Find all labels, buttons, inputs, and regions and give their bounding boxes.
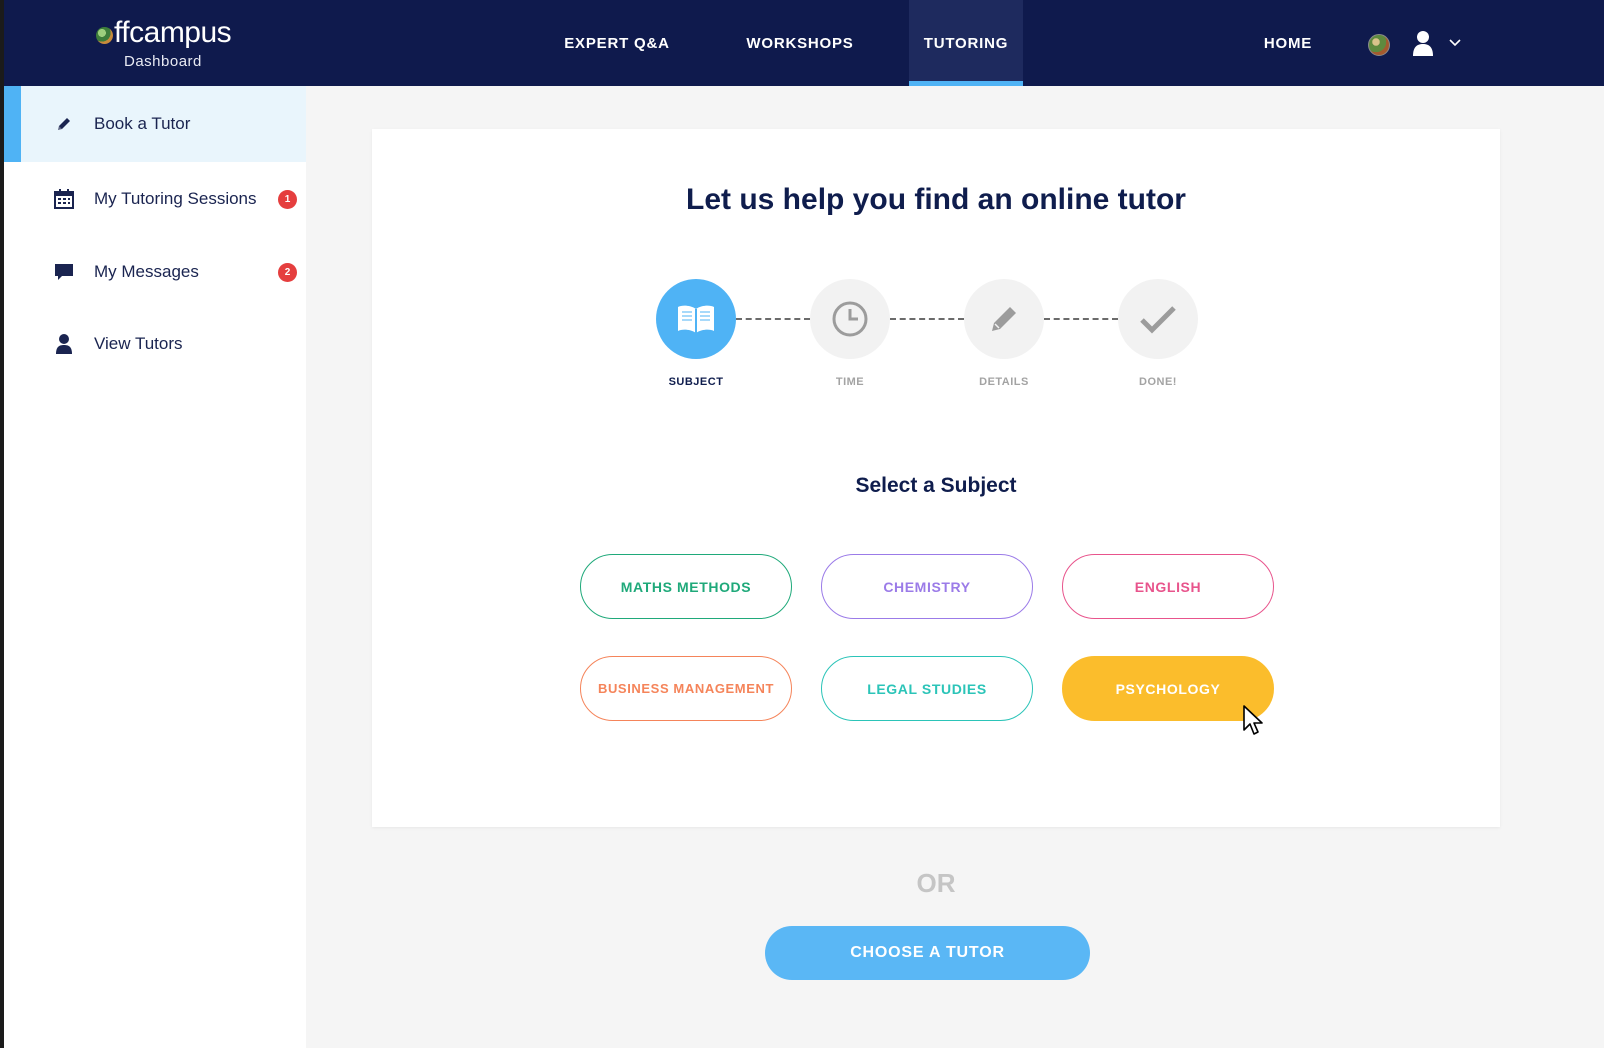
nav-workshops[interactable]: WORKSHOPS — [726, 0, 874, 86]
or-divider: OR — [916, 868, 956, 898]
chat-bubble-icon — [54, 262, 74, 282]
logo[interactable]: ffcampus Dashboard — [96, 16, 256, 76]
notification-badge: 2 — [278, 262, 297, 282]
choose-a-tutor-button[interactable]: CHOOSE A TUTOR — [765, 926, 1090, 980]
user-icon — [54, 334, 74, 354]
sidebar: Book a Tutor My Tutoring Sessions 1 My M… — [4, 86, 306, 1048]
logo-subtitle: Dashboard — [124, 53, 202, 70]
subject-english-button[interactable]: ENGLISH — [1062, 554, 1274, 619]
section-subtitle: Select a Subject — [855, 474, 1017, 497]
user-icon[interactable] — [1412, 30, 1434, 56]
step-details[interactable] — [964, 279, 1044, 359]
nav-tutoring[interactable]: TUTORING — [909, 0, 1023, 86]
chevron-down-icon[interactable] — [1448, 38, 1462, 48]
subject-maths-methods-button[interactable]: MATHS METHODS — [580, 554, 792, 619]
step-label-done: DONE! — [1139, 376, 1177, 388]
book-icon — [678, 305, 714, 333]
sidebar-item-label: View Tutors — [94, 334, 183, 353]
mouse-cursor-icon — [1243, 705, 1263, 735]
pencil-icon — [54, 114, 74, 134]
clock-icon — [832, 301, 868, 337]
sidebar-item-label: Book a Tutor — [94, 114, 191, 133]
nav-expert-qa[interactable]: EXPERT Q&A — [544, 0, 690, 86]
step-subject[interactable] — [656, 279, 736, 359]
notification-badge: 1 — [278, 189, 297, 209]
sidebar-item-my-messages[interactable]: My Messages 2 — [4, 234, 306, 310]
step-label-time: TIME — [835, 376, 865, 388]
globe-icon — [96, 26, 113, 44]
check-icon — [1140, 306, 1176, 334]
pencil-icon — [992, 307, 1016, 331]
step-label-details: DETAILS — [979, 376, 1029, 388]
sidebar-item-book-a-tutor[interactable]: Book a Tutor — [4, 86, 306, 162]
page-title: Let us help you find an online tutor — [686, 183, 1186, 216]
step-connector — [736, 318, 810, 320]
subject-legal-studies-button[interactable]: LEGAL STUDIES — [821, 656, 1033, 721]
sidebar-item-my-tutoring-sessions[interactable]: My Tutoring Sessions 1 — [4, 161, 306, 237]
globe-icon[interactable] — [1368, 34, 1390, 56]
sidebar-item-view-tutors[interactable]: View Tutors — [4, 306, 306, 382]
subject-business-management-button[interactable]: BUSINESS MANAGEMENT — [580, 656, 792, 721]
step-time[interactable] — [810, 279, 890, 359]
booking-card: Let us help you find an online tutor SUB… — [372, 129, 1500, 827]
step-connector — [1044, 318, 1118, 320]
step-done[interactable] — [1118, 279, 1198, 359]
logo-text: ffcampus — [114, 16, 232, 49]
subject-chemistry-button[interactable]: CHEMISTRY — [821, 554, 1033, 619]
step-label-subject: SUBJECT — [668, 376, 724, 388]
step-connector — [890, 318, 964, 320]
sidebar-item-label: My Messages — [94, 262, 199, 281]
top-navbar: ffcampus Dashboard EXPERT Q&A WORKSHOPS … — [4, 0, 1604, 86]
sidebar-item-label: My Tutoring Sessions — [94, 189, 257, 208]
nav-home[interactable]: HOME — [1250, 0, 1326, 86]
calendar-icon — [54, 189, 74, 209]
